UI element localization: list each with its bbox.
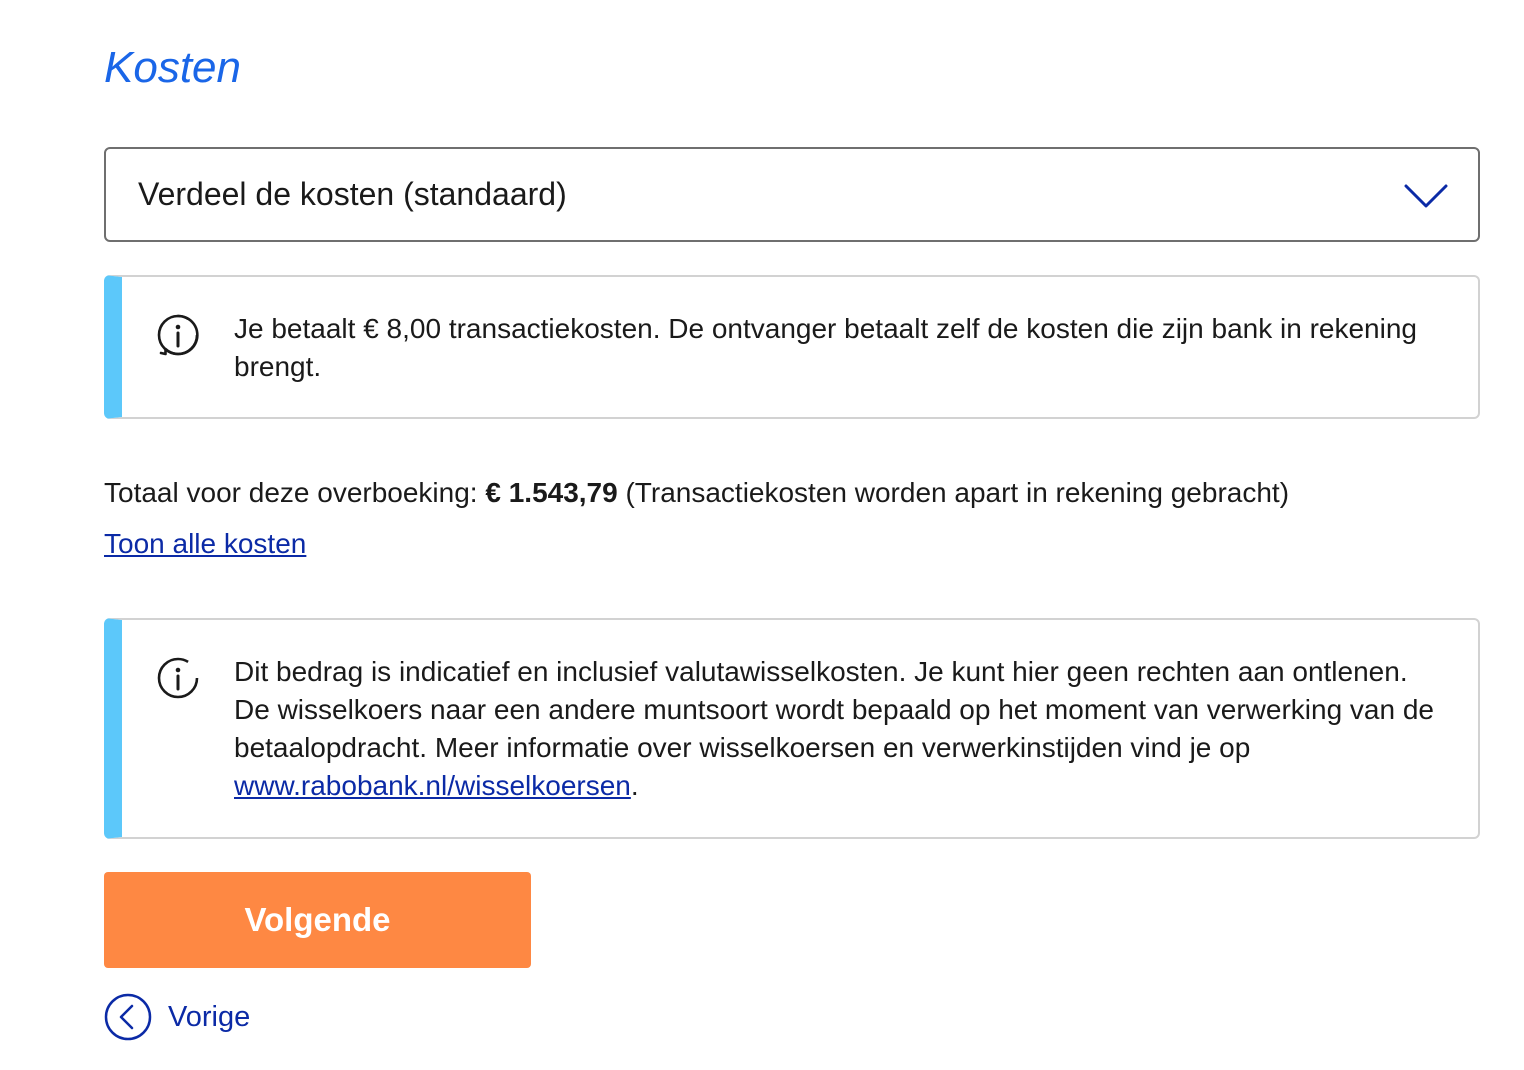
exchange-info-text-after: . (630, 770, 639, 801)
total-label: Totaal voor deze overboeking: (104, 477, 486, 508)
exchange-info-box: Dit bedrag is indicatief en inclusief va… (104, 618, 1480, 839)
exchange-info-text: Dit bedrag is indicatief en inclusief va… (234, 653, 1438, 805)
chevron-down-icon (1404, 184, 1448, 208)
exchange-rates-link[interactable]: www.rabobank.nl/wisselkoersen (234, 770, 631, 801)
exchange-info-text-before: Dit bedrag is indicatief en inclusief va… (234, 656, 1434, 763)
total-amount: € 1.543,79 (485, 477, 618, 508)
cost-distribution-select[interactable]: Verdeel de kosten (standaard) (104, 147, 1480, 242)
total-note: (Transactiekosten worden apart in rekeni… (617, 477, 1290, 508)
transfer-total: Totaal voor deze overboeking: € 1.543,79… (104, 474, 1289, 512)
info-icon (157, 314, 199, 356)
next-button[interactable]: Volgende (104, 872, 531, 968)
fee-info-box: Je betaalt € 8,00 transactiekosten. De o… (104, 275, 1480, 419)
previous-button[interactable]: Vorige (104, 993, 250, 1041)
page-title: Kosten (104, 43, 241, 92)
info-icon (157, 657, 199, 699)
fee-info-text: Je betaalt € 8,00 transactiekosten. De o… (234, 313, 1417, 382)
show-all-costs-link[interactable]: Toon alle kosten (104, 525, 306, 563)
chevron-left-circle-icon (104, 993, 152, 1041)
previous-label: Vorige (168, 1000, 251, 1033)
cost-distribution-selected-value: Verdeel de kosten (standaard) (138, 176, 567, 212)
